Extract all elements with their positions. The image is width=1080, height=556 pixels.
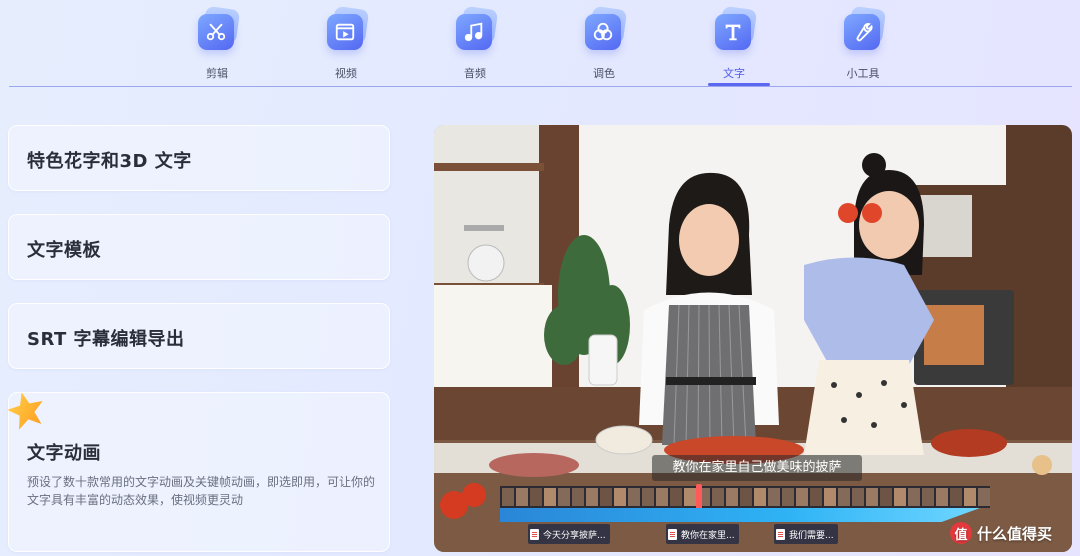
document-icon: [668, 528, 677, 540]
tab-label: 文字: [723, 67, 745, 80]
scissors-icon: [198, 5, 241, 50]
tab-text[interactable]: 文字: [694, 0, 774, 88]
timeline-text-track[interactable]: [500, 508, 980, 522]
nav-divider: [9, 86, 1072, 87]
document-icon: [530, 528, 539, 540]
tab-label: 小工具: [846, 67, 880, 80]
feature-card-text-template[interactable]: 文字模板: [8, 214, 390, 280]
card-title: SRT 字幕编辑导出: [27, 329, 185, 350]
subtitle-clip-track: 今天分享披萨... 教你在家里... 我们需要...: [528, 524, 978, 544]
video-subtitle: 教你在家里自己做美味的披萨: [652, 455, 862, 481]
wrench-icon: [844, 5, 887, 50]
top-nav: 剪辑 视频 音频 调色 文字 小工具: [0, 0, 1080, 88]
tab-label: 视频: [335, 67, 357, 80]
timeline-playhead[interactable]: [696, 484, 702, 510]
feature-card-srt-subtitle[interactable]: SRT 字幕编辑导出: [8, 303, 390, 369]
tab-label: 音频: [464, 67, 486, 80]
card-title: 文字动画: [27, 443, 101, 464]
subtitle-clip[interactable]: 我们需要...: [774, 524, 838, 544]
video-play-icon: [327, 5, 370, 50]
tab-video[interactable]: 视频: [306, 0, 386, 88]
tab-color[interactable]: 调色: [564, 0, 644, 88]
music-note-icon: [456, 5, 499, 50]
feature-card-text-animation[interactable]: 文字动画 预设了数十款常用的文字动画及关键帧动画，即选即用，可让你的文字具有丰富…: [7, 392, 390, 552]
color-palette-icon: [585, 5, 628, 50]
site-logo-icon: 值: [950, 522, 972, 544]
tab-label: 调色: [593, 67, 615, 80]
watermark-text: 什么值得买: [977, 524, 1053, 543]
card-title: 特色花字和3D 文字: [27, 151, 192, 172]
tab-edit[interactable]: 剪辑: [177, 0, 257, 88]
document-icon: [776, 528, 785, 540]
subtitle-clip[interactable]: 教你在家里...: [666, 524, 739, 544]
star-icon: [7, 392, 43, 430]
tab-label: 剪辑: [206, 67, 228, 80]
video-timeline[interactable]: [500, 484, 990, 510]
site-watermark: 值 什么值得买: [950, 521, 1052, 545]
subtitle-clip[interactable]: 今天分享披萨...: [528, 524, 610, 544]
tab-tools[interactable]: 小工具: [823, 0, 903, 88]
tab-audio[interactable]: 音频: [435, 0, 515, 88]
filmstrip-thumbnails: [500, 486, 990, 508]
card-title: 文字模板: [27, 240, 101, 261]
card-description: 预设了数十款常用的文字动画及关键帧动画，即选即用，可让你的文字具有丰富的动态效果…: [27, 475, 376, 507]
text-t-icon: [715, 5, 758, 50]
feature-card-fancy-text[interactable]: 特色花字和3D 文字: [8, 125, 390, 191]
